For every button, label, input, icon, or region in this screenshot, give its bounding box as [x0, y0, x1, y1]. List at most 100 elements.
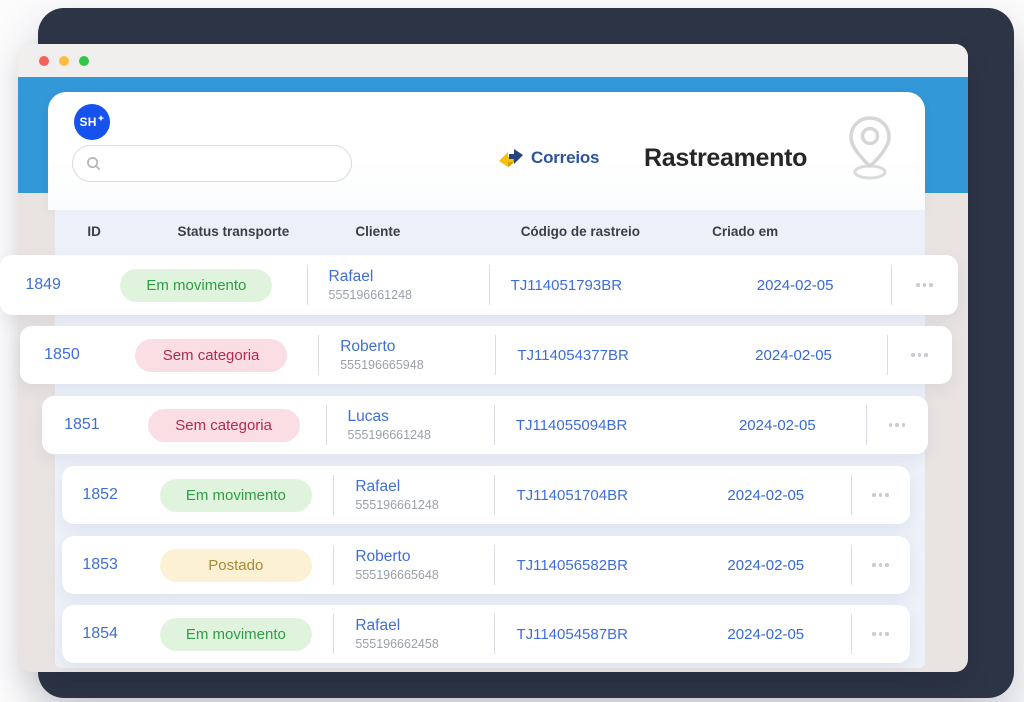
row-menu-button[interactable]	[860, 482, 900, 508]
client-name: Rafael	[329, 268, 374, 286]
client-name: Roberto	[340, 338, 395, 356]
table-row[interactable]: 1854 Em movimento Rafael 555196662458 TJ…	[62, 605, 910, 663]
created-date: 2024-02-05	[681, 605, 851, 663]
status-cell: Em movimento	[138, 466, 333, 524]
search-input[interactable]	[109, 146, 351, 181]
row-id: 1850	[20, 326, 104, 384]
row-id: 1852	[62, 466, 138, 524]
ellipsis-icon	[872, 632, 876, 636]
row-id: 1849	[0, 255, 86, 315]
created-date: 2024-02-05	[681, 536, 851, 594]
tracking-code: TJ114056582BR	[494, 536, 681, 594]
client-phone: 555196665648	[355, 568, 438, 582]
column-header-id: ID	[55, 224, 133, 239]
ellipsis-icon	[885, 632, 889, 636]
table-row[interactable]: 1853 Postado Roberto 555196665648 TJ1140…	[62, 536, 910, 594]
ellipsis-icon	[872, 563, 876, 567]
row-menu-button[interactable]	[904, 272, 944, 298]
client-phone: 555196661248	[355, 498, 438, 512]
page-title: Rastreamento	[644, 144, 807, 173]
client-cell: Lucas 555196661248	[326, 396, 494, 454]
created-date: 2024-02-05	[699, 255, 891, 315]
status-badge: Sem categoria	[148, 409, 300, 442]
created-date: 2024-02-05	[681, 466, 851, 524]
client-name: Rafael	[355, 478, 400, 496]
client-cell: Rafael 555196661248	[307, 255, 489, 315]
window-titlebar	[18, 44, 968, 77]
status-badge: Em movimento	[120, 269, 272, 302]
ellipsis-icon	[895, 423, 899, 427]
location-pin-icon	[843, 114, 897, 182]
actions-cell	[866, 396, 928, 454]
column-header-code: Código de rastreio	[499, 224, 690, 239]
status-badge: Em movimento	[160, 618, 312, 651]
ellipsis-icon	[879, 632, 883, 636]
traffic-light-minimize[interactable]	[59, 56, 69, 66]
ellipsis-icon	[889, 423, 893, 427]
ellipsis-icon	[924, 353, 928, 357]
sh-logo: SH✦	[74, 104, 110, 140]
table-row[interactable]: 1850 Sem categoria Roberto 555196665948 …	[20, 326, 952, 384]
ellipsis-icon	[916, 283, 920, 287]
client-name: Lucas	[348, 408, 389, 426]
ellipsis-icon	[902, 423, 906, 427]
actions-cell	[851, 605, 910, 663]
status-cell: Em movimento	[86, 255, 306, 315]
tracking-code: TJ114051793BR	[489, 255, 700, 315]
ellipsis-icon	[879, 493, 883, 497]
sh-logo-text: SH	[80, 115, 97, 129]
ellipsis-icon	[885, 563, 889, 567]
status-badge: Sem categoria	[135, 339, 287, 372]
table-row[interactable]: 1852 Em movimento Rafael 555196661248 TJ…	[62, 466, 910, 524]
created-date: 2024-02-05	[700, 326, 886, 384]
client-name: Roberto	[355, 548, 410, 566]
ellipsis-icon	[923, 283, 927, 287]
traffic-light-zoom[interactable]	[79, 56, 89, 66]
ellipsis-icon	[872, 493, 876, 497]
status-cell: Sem categoria	[104, 326, 318, 384]
client-name: Rafael	[355, 617, 400, 635]
column-header-status: Status transporte	[133, 224, 333, 239]
ellipsis-icon	[885, 493, 889, 497]
search-icon	[86, 156, 101, 171]
table-row[interactable]: 1849 Em movimento Rafael 555196661248 TJ…	[0, 255, 958, 315]
row-menu-button[interactable]	[860, 621, 900, 647]
column-header-client: Cliente	[333, 224, 498, 239]
tracking-code: TJ114055094BR	[494, 396, 689, 454]
traffic-light-close[interactable]	[39, 56, 49, 66]
correios-logo: Correios	[498, 146, 599, 170]
status-badge: Em movimento	[160, 479, 312, 512]
ellipsis-icon	[911, 353, 915, 357]
ellipsis-icon	[929, 283, 933, 287]
actions-cell	[891, 255, 958, 315]
client-phone: 555196665948	[340, 358, 423, 372]
client-phone: 555196661248	[329, 288, 412, 302]
column-header-created: Criado em	[690, 224, 864, 239]
actions-cell	[851, 466, 910, 524]
app-header-card: SH✦ Correios Rastreamento	[48, 92, 925, 210]
tracking-code: TJ114054587BR	[494, 605, 681, 663]
row-menu-button[interactable]	[899, 342, 939, 368]
client-cell: Rafael 555196662458	[333, 605, 494, 663]
client-cell: Roberto 555196665648	[333, 536, 494, 594]
created-date: 2024-02-05	[689, 396, 866, 454]
client-cell: Rafael 555196661248	[333, 466, 494, 524]
row-menu-button[interactable]	[877, 412, 917, 438]
status-cell: Em movimento	[138, 605, 333, 663]
status-badge: Postado	[160, 549, 312, 582]
correios-logo-icon	[498, 146, 524, 170]
tracking-code: TJ114054377BR	[495, 326, 700, 384]
mockup-stage: SH✦ Correios Rastreamento	[0, 0, 1024, 702]
search-box[interactable]	[72, 145, 352, 182]
row-id: 1853	[62, 536, 138, 594]
actions-cell	[887, 326, 952, 384]
ellipsis-icon	[918, 353, 922, 357]
correios-wordmark: Correios	[531, 148, 599, 168]
ellipsis-icon	[879, 563, 883, 567]
client-cell: Roberto 555196665948	[318, 326, 495, 384]
row-menu-button[interactable]	[860, 552, 900, 578]
client-phone: 555196662458	[355, 637, 438, 651]
sparkle-icon: ✦	[98, 114, 105, 123]
row-id: 1854	[62, 605, 138, 663]
table-row[interactable]: 1851 Sem categoria Lucas 555196661248 TJ…	[42, 396, 928, 454]
